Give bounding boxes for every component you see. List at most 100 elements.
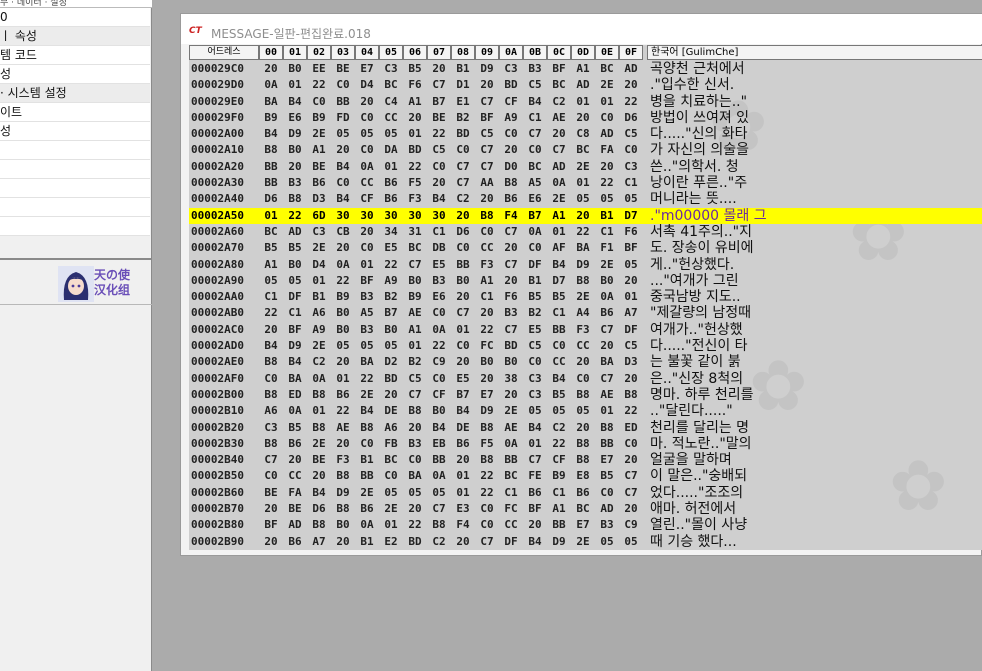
hex-row-selected[interactable]: 00002A50 01 22 6D 30 30 30 30 30 20 B8 F4 B7 A1 20 B1 D7… bbox=[189, 207, 982, 224]
byte-cell[interactable]: 0A bbox=[524, 224, 546, 240]
byte-cell[interactable]: B8 bbox=[500, 175, 522, 191]
byte-cell[interactable]: 22 bbox=[260, 305, 282, 321]
byte-cell[interactable]: BB bbox=[596, 436, 618, 452]
byte-cell[interactable]: B4 bbox=[284, 354, 306, 370]
byte-cell[interactable]: B9 bbox=[332, 289, 354, 305]
byte-cell[interactable]: D9 bbox=[284, 126, 306, 142]
byte-cell[interactable]: BB bbox=[356, 468, 378, 484]
byte-cell[interactable]: B7 bbox=[452, 387, 474, 403]
hex-row[interactable]: 00002AC0 20 BF A9 B0 B3 B0 A1 0A 01 22 C7 E5 BB F3 C7 DF… bbox=[189, 322, 982, 338]
byte-cell[interactable]: 20 bbox=[596, 159, 618, 175]
window-titlebar[interactable]: CT MESSAGE-일판-편집완료.018 bbox=[181, 14, 982, 44]
byte-cell[interactable]: 22 bbox=[572, 224, 594, 240]
byte-cell[interactable]: C1 bbox=[620, 175, 642, 191]
byte-cell[interactable]: B3 bbox=[428, 273, 450, 289]
row-text-decoded[interactable]: 낭이란 푸른.."주 bbox=[647, 175, 982, 191]
byte-cell[interactable]: A6 bbox=[260, 403, 282, 419]
byte-cell[interactable]: C0 bbox=[596, 485, 618, 501]
byte-cell[interactable]: BA bbox=[356, 354, 378, 370]
byte-cell[interactable]: B6 bbox=[380, 191, 402, 207]
byte-cell[interactable]: 22 bbox=[332, 403, 354, 419]
byte-cell[interactable]: 05 bbox=[332, 126, 354, 142]
byte-cell[interactable]: B8 bbox=[332, 501, 354, 517]
byte-cell[interactable]: B2 bbox=[524, 305, 546, 321]
byte-cell[interactable]: BE bbox=[332, 61, 354, 77]
byte-cell[interactable]: B8 bbox=[260, 142, 282, 158]
byte-cell[interactable]: B3 bbox=[500, 305, 522, 321]
byte-cell[interactable]: 20 bbox=[332, 354, 354, 370]
byte-cell[interactable]: 01 bbox=[572, 175, 594, 191]
byte-cell[interactable]: C5 bbox=[428, 142, 450, 158]
byte-cell[interactable]: 20 bbox=[476, 371, 498, 387]
byte-cell[interactable]: BC bbox=[260, 224, 282, 240]
byte-cell[interactable]: B7 bbox=[428, 94, 450, 110]
left-panel-item[interactable] bbox=[0, 160, 150, 179]
byte-cell[interactable]: F4 bbox=[452, 517, 474, 533]
byte-cell[interactable]: C0 bbox=[356, 142, 378, 158]
byte-cell[interactable]: C1 bbox=[428, 224, 450, 240]
byte-cell[interactable]: A6 bbox=[380, 420, 402, 436]
byte-cell[interactable]: B0 bbox=[332, 322, 354, 338]
row-text-decoded[interactable]: 명마. 하루 천리를 bbox=[647, 387, 982, 403]
byte-cell[interactable]: D9 bbox=[572, 257, 594, 273]
byte-cell[interactable]: B8 bbox=[308, 387, 330, 403]
byte-cell[interactable]: BF bbox=[548, 61, 570, 77]
byte-cell[interactable]: C0 bbox=[356, 240, 378, 256]
byte-cell[interactable]: 20 bbox=[476, 191, 498, 207]
byte-cell[interactable]: CF bbox=[428, 387, 450, 403]
byte-cell[interactable]: A9 bbox=[308, 322, 330, 338]
byte-cell[interactable]: B2 bbox=[404, 354, 426, 370]
byte-cell[interactable]: BC bbox=[596, 61, 618, 77]
byte-cell[interactable]: BE bbox=[308, 159, 330, 175]
byte-cell[interactable]: C9 bbox=[620, 517, 642, 533]
byte-cell[interactable]: D6 bbox=[308, 501, 330, 517]
byte-cell[interactable]: 22 bbox=[476, 322, 498, 338]
byte-cell[interactable]: BC bbox=[572, 142, 594, 158]
byte-cell[interactable]: BB bbox=[500, 452, 522, 468]
byte-cell[interactable]: C5 bbox=[476, 126, 498, 142]
byte-cell[interactable]: B8 bbox=[332, 468, 354, 484]
byte-cell[interactable]: 20 bbox=[356, 94, 378, 110]
byte-cell[interactable]: BC bbox=[380, 77, 402, 93]
byte-cell[interactable]: C0 bbox=[596, 110, 618, 126]
byte-cell[interactable]: C7 bbox=[548, 142, 570, 158]
byte-cell[interactable]: DF bbox=[500, 534, 522, 550]
byte-cell[interactable]: F3 bbox=[572, 322, 594, 338]
byte-cell[interactable]: BF bbox=[356, 273, 378, 289]
byte-cell[interactable]: B6 bbox=[500, 191, 522, 207]
byte-cell[interactable]: C4 bbox=[380, 94, 402, 110]
byte-cell[interactable]: A9 bbox=[380, 273, 402, 289]
byte-cell[interactable]: AE bbox=[404, 305, 426, 321]
byte-cell[interactable]: 30 bbox=[380, 208, 402, 224]
hex-row[interactable]: 00002A10 B8 B0 A1 20 C0 DA BD C5 C0 C7 20 C0 C7 BC FA C0… bbox=[189, 142, 982, 158]
byte-cell[interactable]: C0 bbox=[452, 338, 474, 354]
byte-cell[interactable]: B0 bbox=[380, 322, 402, 338]
byte-cell[interactable]: B8 bbox=[356, 420, 378, 436]
byte-cell[interactable]: E5 bbox=[452, 371, 474, 387]
byte-cell[interactable]: BD bbox=[500, 338, 522, 354]
byte-cell[interactable]: C1 bbox=[476, 289, 498, 305]
byte-cell[interactable]: CF bbox=[356, 191, 378, 207]
row-text-decoded[interactable]: 중국남방 지도.. bbox=[647, 289, 982, 305]
byte-cell[interactable]: 20 bbox=[500, 387, 522, 403]
byte-cell[interactable]: E6 bbox=[284, 110, 306, 126]
byte-cell[interactable]: 05 bbox=[284, 273, 306, 289]
byte-cell[interactable]: B8 bbox=[308, 517, 330, 533]
hex-row[interactable]: 00002B80 BF AD B8 B0 0A 01 22 B8 F4 C0 CC 20 BB E7 B3 C9… bbox=[189, 517, 982, 533]
byte-cell[interactable]: F3 bbox=[404, 191, 426, 207]
byte-cell[interactable]: C2 bbox=[428, 534, 450, 550]
byte-cell[interactable]: A1 bbox=[548, 208, 570, 224]
byte-cell[interactable]: DB bbox=[428, 240, 450, 256]
byte-cell[interactable]: 20 bbox=[500, 240, 522, 256]
byte-cell[interactable]: D9 bbox=[284, 338, 306, 354]
byte-cell[interactable]: 05 bbox=[380, 126, 402, 142]
byte-cell[interactable]: C0 bbox=[332, 175, 354, 191]
byte-cell[interactable]: C3 bbox=[524, 371, 546, 387]
byte-cell[interactable]: B1 bbox=[308, 289, 330, 305]
byte-cell[interactable]: B8 bbox=[260, 436, 282, 452]
byte-cell[interactable]: 2E bbox=[308, 338, 330, 354]
hex-row[interactable]: 000029E0 BA B4 C0 BB 20 C4 A1 B7 E1 C7 CF B4 C2 01 01 22… bbox=[189, 94, 982, 110]
byte-cell[interactable]: C5 bbox=[620, 338, 642, 354]
byte-cell[interactable]: EB bbox=[428, 436, 450, 452]
byte-cell[interactable]: BE bbox=[260, 485, 282, 501]
